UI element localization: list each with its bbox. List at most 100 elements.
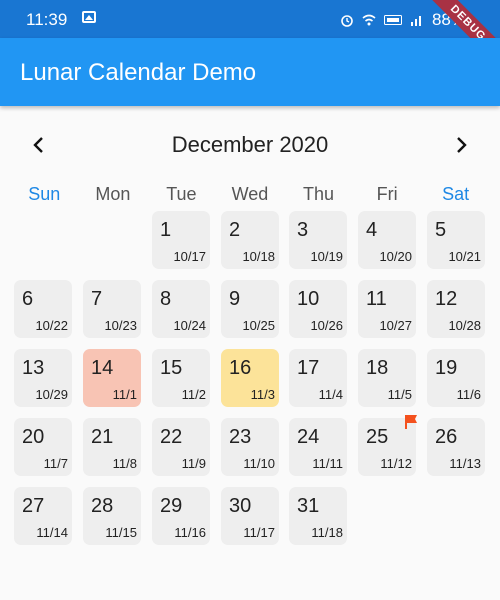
lunar-date: 10/24 [173,318,206,333]
weekday-sat: Sat [442,184,470,204]
day-cell-30[interactable]: 30 11/17 [221,487,279,545]
day-number: 8 [160,288,172,310]
day-number: 1 [160,219,172,241]
day-cell-21[interactable]: 21 11/8 [83,418,141,476]
day-number: 15 [160,357,183,379]
day-number: 28 [91,495,114,517]
lunar-date: 10/18 [242,249,275,264]
day-number: 22 [160,426,183,448]
day-cell-20[interactable]: 20 11/7 [14,418,72,476]
weekday-wed: Wed [231,184,269,204]
lunar-date: 11/8 [112,456,137,471]
day-cell-22[interactable]: 22 11/9 [152,418,210,476]
weekday-fri: Fri [376,184,398,204]
lunar-date: 10/23 [104,318,137,333]
day-cell-16[interactable]: 16 11/3 [221,349,279,407]
chevron-right-icon [457,137,467,153]
day-number: 14 [91,357,114,379]
day-cell-2[interactable]: 2 10/18 [221,211,279,269]
lunar-date: 10/25 [242,318,275,333]
lunar-date: 11/3 [250,387,275,402]
day-cell-9[interactable]: 9 10/25 [221,280,279,338]
day-cell-19[interactable]: 19 11/6 [427,349,485,407]
app-bar: Lunar Calendar Demo [0,38,500,106]
lunar-date: 11/11 [312,456,343,471]
alarm-icon [341,15,353,27]
day-number: 30 [229,495,252,517]
lunar-date: 10/17 [173,249,206,264]
lunar-date: 11/2 [181,387,206,402]
image-notification-icon [82,11,96,23]
day-number: 19 [435,357,458,379]
lunar-date: 11/12 [380,456,412,471]
lunar-date: 11/7 [43,456,68,471]
lunar-date: 11/18 [311,525,343,540]
day-number: 11 [366,288,387,310]
signal-icon [410,16,421,26]
day-number: 26 [435,426,458,448]
day-number: 7 [91,288,103,310]
day-number: 17 [297,357,320,379]
day-cell-29[interactable]: 29 11/16 [152,487,210,545]
lunar-date: 10/20 [379,249,412,264]
app-title: Lunar Calendar Demo [20,59,257,86]
lunar-date: 11/14 [36,525,68,540]
day-number: 2 [229,219,241,241]
day-cell-15[interactable]: 15 11/2 [152,349,210,407]
lunar-date: 10/22 [35,318,68,333]
day-number: 16 [229,357,252,379]
day-cell-14[interactable]: 14 11/1 [83,349,141,407]
lunar-date: 11/10 [243,456,275,471]
weekday-mon: Mon [95,184,131,204]
weekday-thu: Thu [303,184,335,204]
day-cell-31[interactable]: 31 11/18 [289,487,347,545]
day-number: 18 [366,357,389,379]
lunar-date: 11/5 [387,387,412,402]
status-bar: 11:39 88% DEBUG [0,0,500,72]
day-cell-6[interactable]: 6 10/22 [14,280,72,338]
lunar-date: 11/17 [243,525,275,540]
lunar-date: 11/9 [181,456,206,471]
day-cell-27[interactable]: 27 11/14 [14,487,72,545]
lunar-date: 10/28 [448,318,481,333]
day-cell-11[interactable]: 11 10/27 [358,280,416,338]
day-number: 24 [297,426,320,448]
day-cell-26[interactable]: 26 11/13 [427,418,485,476]
status-time: 11:39 [26,10,68,29]
day-number: 4 [366,219,378,241]
day-number: 9 [229,288,241,310]
day-cell-24[interactable]: 24 11/11 [289,418,347,476]
lunar-date: 11/15 [105,525,137,540]
day-number: 5 [435,219,447,241]
day-number: 13 [22,357,45,379]
day-cell-10[interactable]: 10 10/26 [289,280,347,338]
day-cell-3[interactable]: 3 10/19 [289,211,347,269]
day-number: 27 [22,495,45,517]
day-cell-17[interactable]: 17 11/4 [289,349,347,407]
day-number: 31 [297,495,320,517]
event-flag-icon [405,415,417,429]
day-cell-12[interactable]: 12 10/28 [427,280,485,338]
month-title: December 2020 [171,132,329,157]
day-cell-1[interactable]: 1 10/17 [152,211,210,269]
day-number: 12 [435,288,458,310]
day-cell-7[interactable]: 7 10/23 [83,280,141,338]
day-cell-5[interactable]: 5 10/21 [427,211,485,269]
day-cell-28[interactable]: 28 11/15 [83,487,141,545]
next-month-button[interactable] [446,130,476,160]
day-cell-18[interactable]: 18 11/5 [358,349,416,407]
lunar-date: 11/16 [174,525,206,540]
lunar-date: 11/13 [449,456,481,471]
day-cell-23[interactable]: 23 11/10 [221,418,279,476]
lunar-date: 11/4 [318,387,343,402]
weekday-header: Sun Mon Tue Wed Thu Fri Sat [10,184,490,205]
weekday-sun: Sun [28,184,61,204]
day-cell-13[interactable]: 13 10/29 [14,349,72,407]
day-number: 21 [91,426,114,448]
day-number: 20 [22,426,45,448]
day-number: 29 [160,495,183,517]
wifi-icon [362,14,376,26]
day-cell-8[interactable]: 8 10/24 [152,280,210,338]
volte-icon [383,15,402,25]
day-cell-4[interactable]: 4 10/20 [358,211,416,269]
